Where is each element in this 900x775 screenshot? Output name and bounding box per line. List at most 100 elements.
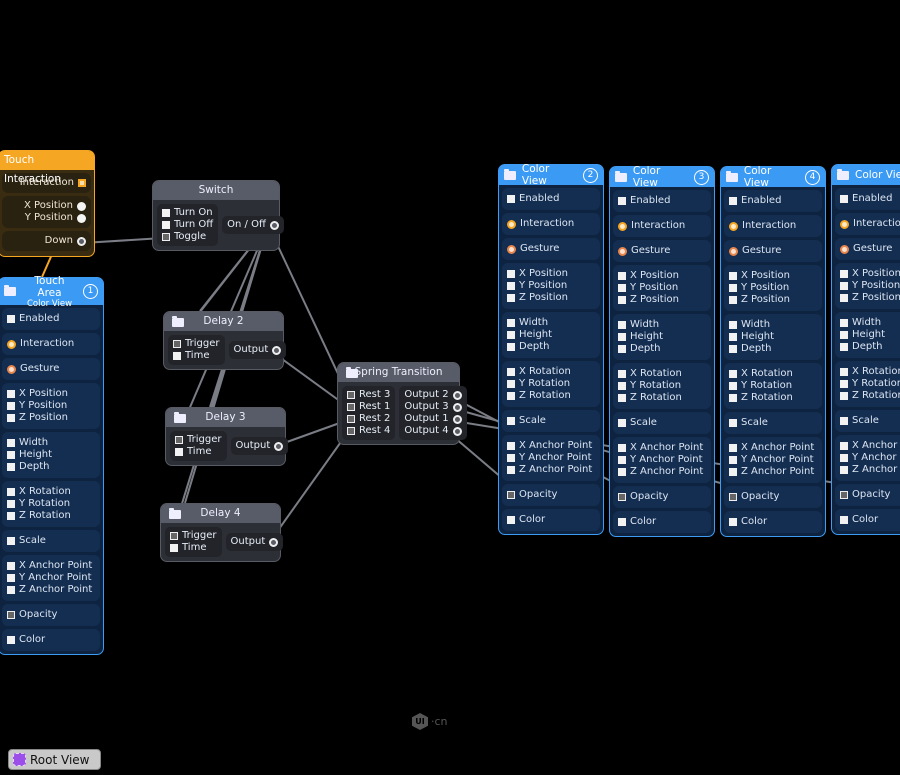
output-port-icon[interactable] xyxy=(272,345,282,355)
input-port-z-rotation[interactable]: Z Rotation xyxy=(840,390,900,402)
input-port-z-rotation[interactable]: Z Rotation xyxy=(729,392,817,404)
checkbox-port-icon[interactable] xyxy=(840,516,848,524)
input-port-color[interactable]: Color xyxy=(7,634,95,646)
input-port-z-anchor-point[interactable]: Z Anchor Point xyxy=(507,464,595,476)
output-port-output[interactable]: Output xyxy=(234,344,282,356)
input-port-depth[interactable]: Depth xyxy=(618,343,706,355)
checkbox-port-icon[interactable] xyxy=(729,333,737,341)
checkbox-port-icon[interactable] xyxy=(507,442,515,450)
input-port-interaction[interactable]: Interaction xyxy=(618,220,706,232)
checkbox-port-icon[interactable] xyxy=(7,390,15,398)
input-port-trigger[interactable]: Trigger xyxy=(173,338,220,350)
checkbox-port-icon[interactable] xyxy=(729,197,737,205)
checkbox-port-icon[interactable] xyxy=(7,315,15,323)
input-port-width[interactable]: Width xyxy=(7,437,95,449)
input-port-z-rotation[interactable]: Z Rotation xyxy=(618,392,706,404)
input-port-time[interactable]: Time xyxy=(175,446,222,458)
checkbox-port-icon[interactable] xyxy=(7,339,16,349)
input-port-x-rotation[interactable]: X Rotation xyxy=(618,368,706,380)
input-port-x-anchor-point[interactable]: X Anchor Point xyxy=(729,442,817,454)
checkbox-port-icon[interactable] xyxy=(840,195,848,203)
checkbox-port-icon[interactable] xyxy=(729,246,738,256)
checkbox-port-icon[interactable] xyxy=(618,493,626,501)
checkbox-port-icon[interactable] xyxy=(729,394,737,402)
input-port-gesture[interactable]: Gesture xyxy=(507,243,595,255)
checkbox-port-icon[interactable] xyxy=(840,368,848,376)
output-port-icon[interactable] xyxy=(77,236,86,246)
input-port-depth[interactable]: Depth xyxy=(840,341,900,353)
input-port-color[interactable]: Color xyxy=(729,516,817,528)
input-port-enabled[interactable]: Enabled xyxy=(729,195,817,207)
input-port-width[interactable]: Width xyxy=(840,317,900,329)
input-port-gesture[interactable]: Gesture xyxy=(7,363,95,375)
input-port-z-position[interactable]: Z Position xyxy=(618,294,706,306)
input-port-depth[interactable]: Depth xyxy=(729,343,817,355)
layer-node-5[interactable]: Color View Enabled Interaction Gesture X Pos… xyxy=(831,164,900,535)
checkbox-port-icon[interactable] xyxy=(173,340,181,348)
input-port-opacity[interactable]: Opacity xyxy=(729,491,817,503)
checkbox-port-icon[interactable] xyxy=(729,456,737,464)
output-port-output-4[interactable]: Output 4 xyxy=(404,425,462,437)
checkbox-port-icon[interactable] xyxy=(7,586,15,594)
input-port-y-anchor-point[interactable]: Y Anchor Point xyxy=(507,452,595,464)
checkbox-port-icon[interactable] xyxy=(347,403,355,411)
input-port-y-position[interactable]: Y Position xyxy=(7,400,95,412)
input-port-rest-4[interactable]: Rest 4 xyxy=(347,425,390,437)
input-port-height[interactable]: Height xyxy=(618,331,706,343)
input-port-color[interactable]: Color xyxy=(507,514,595,526)
checkbox-port-icon[interactable] xyxy=(729,444,737,452)
checkbox-port-icon[interactable] xyxy=(840,442,848,450)
input-port-x-rotation[interactable]: X Rotation xyxy=(507,366,595,378)
checkbox-port-icon[interactable] xyxy=(162,221,170,229)
input-port-y-rotation[interactable]: Y Rotation xyxy=(507,378,595,390)
input-port-enabled[interactable]: Enabled xyxy=(840,193,900,205)
checkbox-port-icon[interactable] xyxy=(7,512,15,520)
switch-patch[interactable]: Switch Turn On Turn Off Toggle On / Off xyxy=(152,180,284,251)
checkbox-port-icon[interactable] xyxy=(618,444,626,452)
input-port-x-position[interactable]: X Position xyxy=(729,270,817,282)
checkbox-port-icon[interactable] xyxy=(507,319,515,327)
checkbox-port-icon[interactable] xyxy=(840,219,849,229)
input-port-height[interactable]: Height xyxy=(7,449,95,461)
checkbox-port-icon[interactable] xyxy=(507,244,516,254)
input-port-y-rotation[interactable]: Y Rotation xyxy=(840,378,900,390)
input-port-width[interactable]: Width xyxy=(507,317,595,329)
input-port-y-position[interactable]: Y Position xyxy=(618,282,706,294)
output-port-icon[interactable] xyxy=(78,179,86,187)
checkbox-port-icon[interactable] xyxy=(729,296,737,304)
checkbox-port-icon[interactable] xyxy=(507,417,515,425)
checkbox-port-icon[interactable] xyxy=(162,233,170,241)
checkbox-port-icon[interactable] xyxy=(618,284,626,292)
checkbox-port-icon[interactable] xyxy=(175,448,183,456)
output-port-icon[interactable] xyxy=(452,390,462,400)
input-port-gesture[interactable]: Gesture xyxy=(729,245,817,257)
input-port-opacity[interactable]: Opacity xyxy=(618,491,706,503)
checkbox-port-icon[interactable] xyxy=(507,516,515,524)
checkbox-port-icon[interactable] xyxy=(618,419,626,427)
input-port-height[interactable]: Height xyxy=(507,329,595,341)
checkbox-port-icon[interactable] xyxy=(618,296,626,304)
output-port-output[interactable]: Output xyxy=(236,440,284,452)
input-port-time[interactable]: Time xyxy=(170,542,217,554)
output-port-icon[interactable] xyxy=(274,441,284,451)
input-port-y-rotation[interactable]: Y Rotation xyxy=(729,380,817,392)
checkbox-port-icon[interactable] xyxy=(618,321,626,329)
checkbox-port-icon[interactable] xyxy=(347,415,355,423)
checkbox-port-icon[interactable] xyxy=(507,270,515,278)
input-port-enabled[interactable]: Enabled xyxy=(7,313,95,325)
checkbox-port-icon[interactable] xyxy=(507,368,515,376)
layer-node-1[interactable]: Touch Area Color View 1 Enabled Interaction G… xyxy=(0,275,104,655)
checkbox-port-icon[interactable] xyxy=(507,491,515,499)
checkbox-port-icon[interactable] xyxy=(729,468,737,476)
checkbox-port-icon[interactable] xyxy=(7,439,15,447)
input-port-toggle[interactable]: Toggle xyxy=(162,231,213,243)
checkbox-port-icon[interactable] xyxy=(729,370,737,378)
input-port-interaction[interactable]: Interaction xyxy=(729,220,817,232)
output-port-output-1[interactable]: Output 1 xyxy=(404,413,462,425)
input-port-color[interactable]: Color xyxy=(618,516,706,528)
input-port-z-rotation[interactable]: Z Rotation xyxy=(7,510,95,522)
output-port-icon[interactable] xyxy=(77,213,86,223)
output-port-icon[interactable] xyxy=(452,414,462,424)
checkbox-port-icon[interactable] xyxy=(507,392,515,400)
checkbox-port-icon[interactable] xyxy=(347,391,355,399)
